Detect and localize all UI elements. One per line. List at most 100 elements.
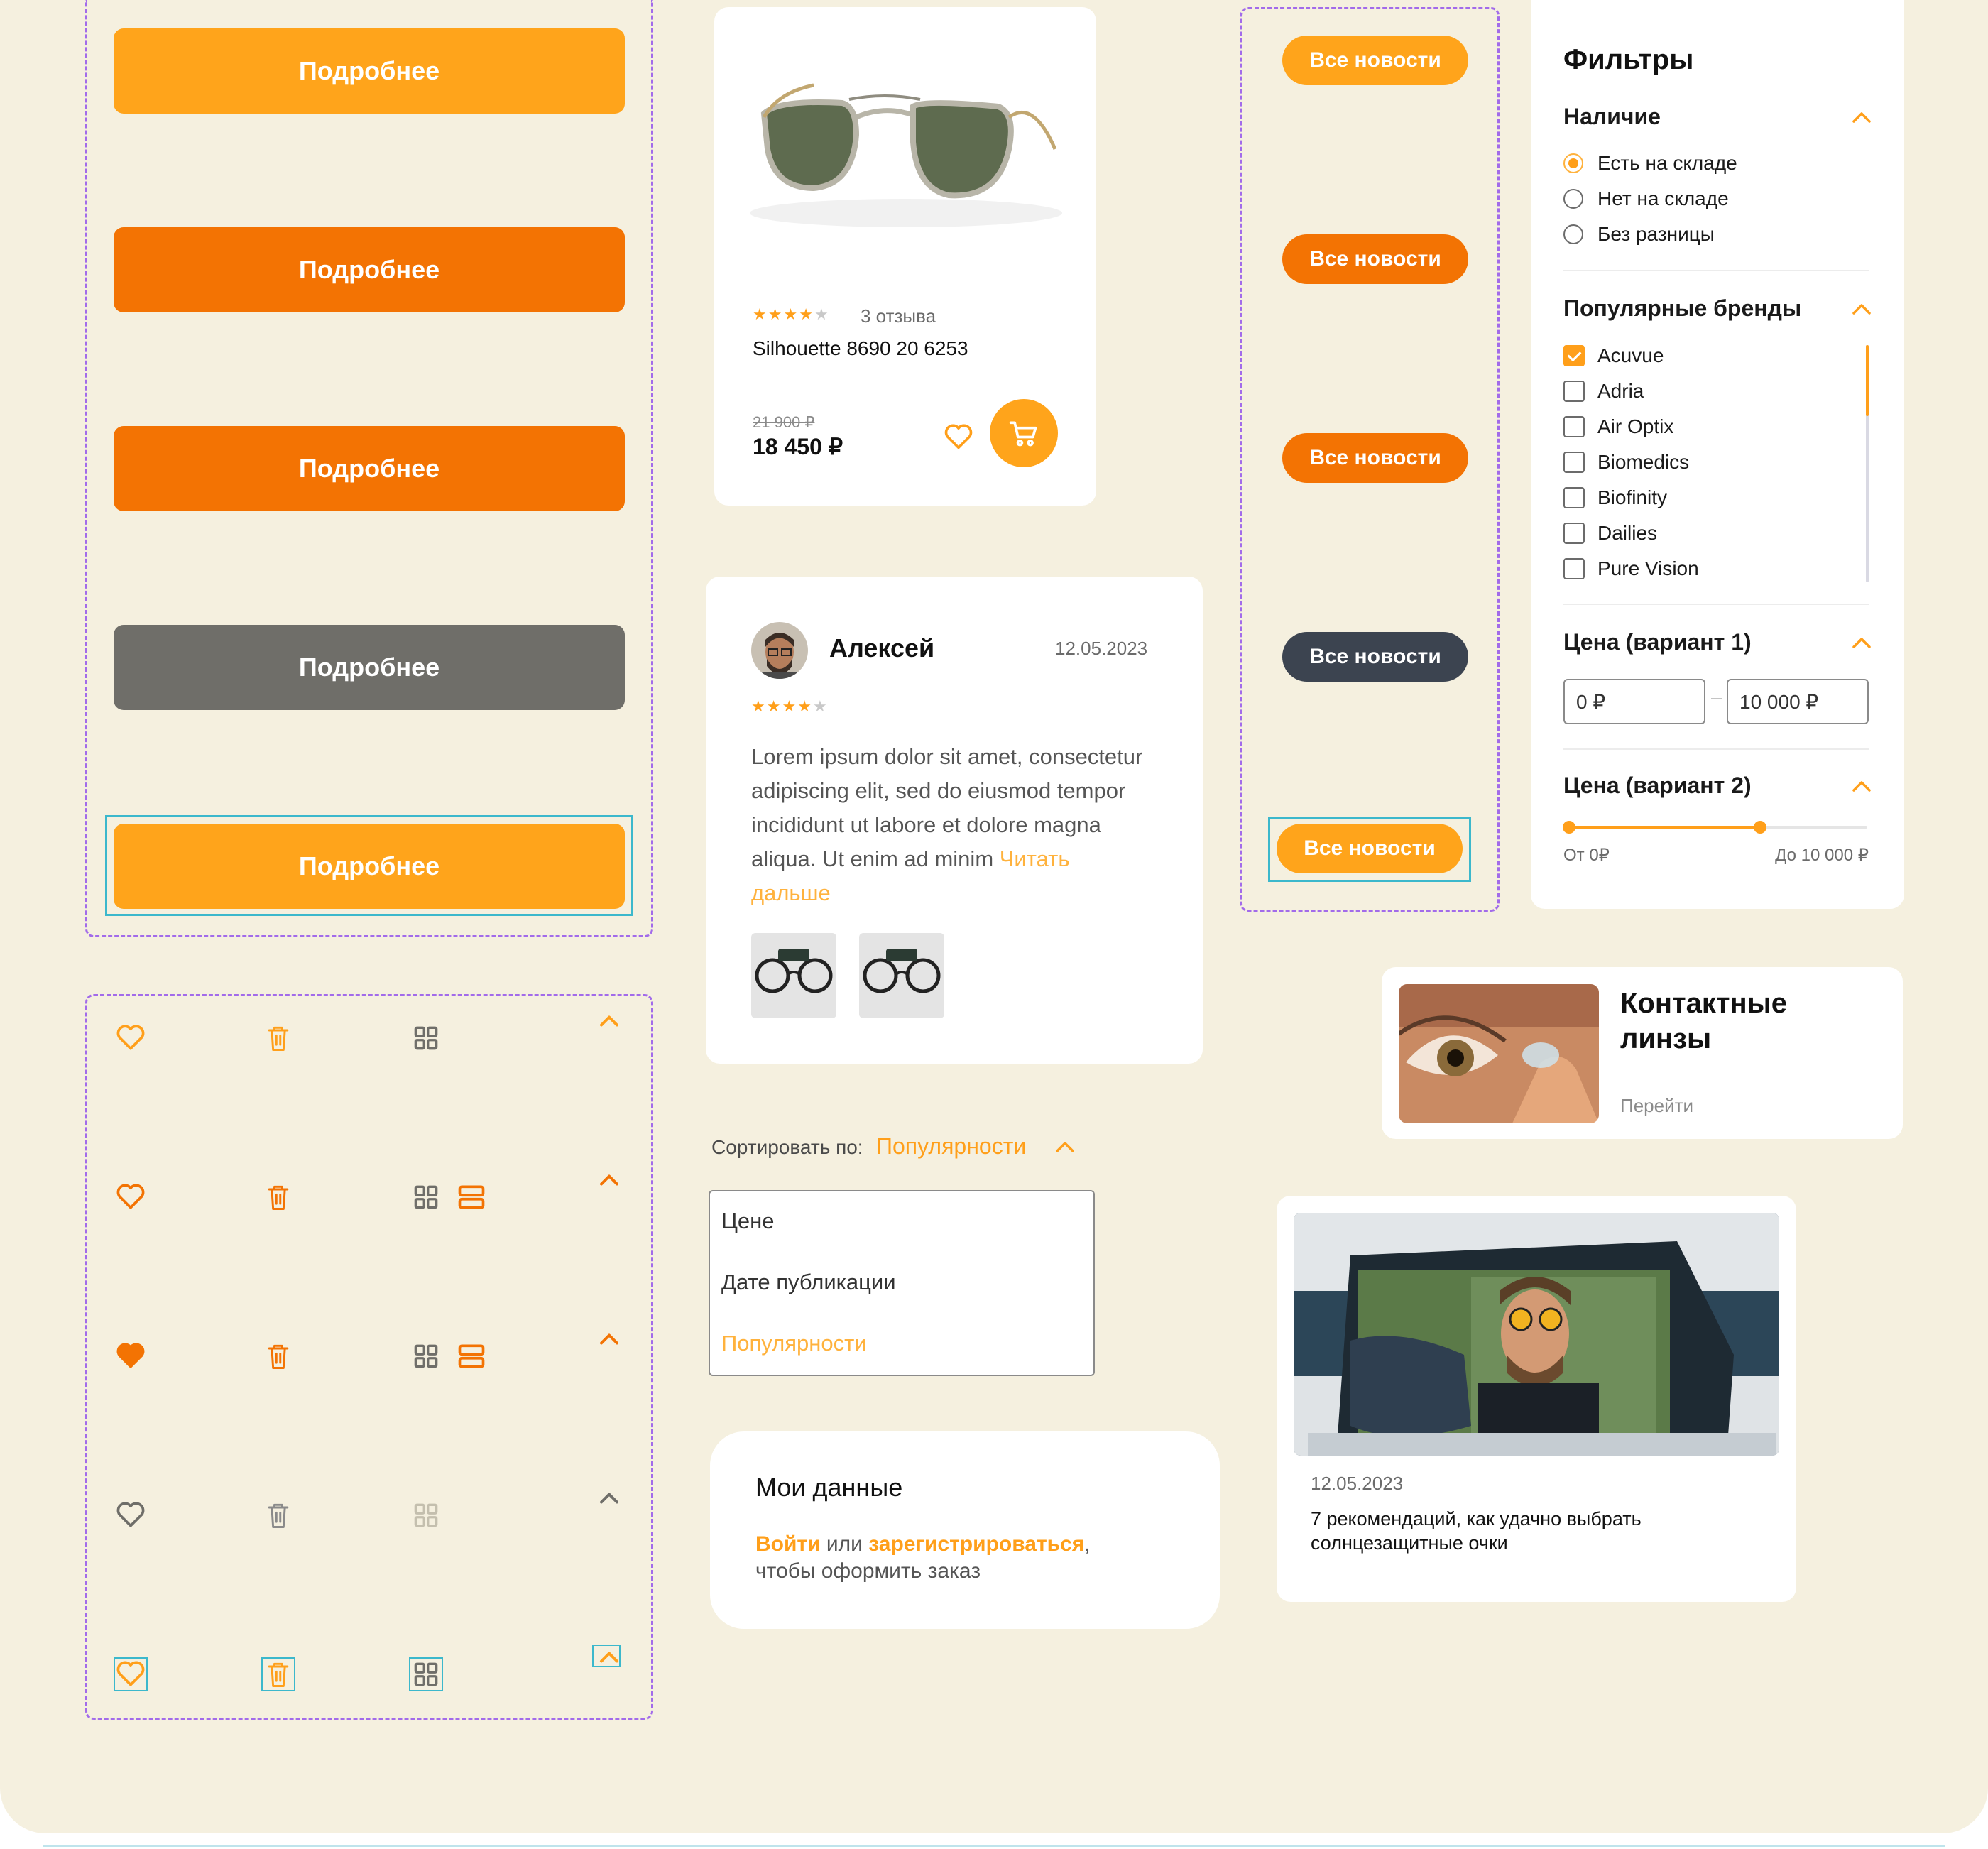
all-news-label: Все новости (1309, 446, 1441, 469)
brand-checkbox[interactable] (1563, 345, 1585, 366)
review-photo-2[interactable] (859, 933, 944, 1018)
price2-heading[interactable]: Цена (вариант 2) (1563, 773, 1752, 799)
brand-option-label[interactable]: Adria (1598, 380, 1644, 403)
all-news-label: Все новости (1309, 48, 1441, 72)
brand-checkbox[interactable] (1563, 381, 1585, 402)
availability-heading[interactable]: Наличие (1563, 104, 1661, 130)
all-news-button-default[interactable]: Все новости (1282, 36, 1468, 85)
list-view-icon[interactable] (456, 1341, 487, 1372)
grid-view-icon[interactable] (410, 1341, 442, 1372)
grid-view-icon[interactable] (410, 1022, 442, 1054)
brand-option-label[interactable]: Biofinity (1598, 486, 1667, 509)
availability-option-label[interactable]: Без разницы (1598, 223, 1715, 246)
availability-radio[interactable] (1563, 189, 1583, 209)
price-from-input[interactable]: 0 ₽ (1563, 679, 1705, 724)
chevron-up-icon[interactable] (594, 1165, 625, 1196)
grid-view-icon[interactable] (410, 1182, 442, 1213)
heart-icon[interactable] (115, 1341, 146, 1372)
more-button-label: Подробнее (298, 255, 440, 284)
focus-outline (592, 1645, 621, 1667)
my-data-suffix: чтобы оформить заказ (755, 1559, 981, 1583)
sort-option-price[interactable]: Цене (721, 1209, 775, 1234)
availability-radio[interactable] (1563, 224, 1583, 244)
article-title[interactable]: 7 рекомендаций, как удачно выбрать солнц… (1311, 1507, 1708, 1555)
availability-radio[interactable] (1563, 153, 1583, 173)
all-news-button-active[interactable]: Все новости (1282, 433, 1468, 483)
product-rating-stars: ★★★★★ (753, 305, 830, 324)
heart-icon[interactable] (115, 1022, 146, 1054)
sort-label: Сортировать по: (711, 1136, 863, 1158)
sort-selected[interactable]: Популярности (876, 1133, 1026, 1160)
brands-scrollbar[interactable] (1866, 345, 1869, 582)
register-link[interactable]: зарегистрироваться (868, 1532, 1084, 1556)
login-link[interactable]: Войти (755, 1532, 821, 1556)
heart-icon[interactable] (115, 1500, 146, 1531)
review-text: Lorem ipsum dolor sit amet, consectetur … (751, 740, 1149, 910)
chevron-up-icon[interactable] (1852, 636, 1872, 649)
chevron-up-icon[interactable] (1852, 302, 1872, 315)
more-button-label: Подробнее (298, 56, 440, 85)
trash-icon[interactable] (263, 1341, 294, 1372)
product-review-count[interactable]: 3 отзыва (861, 305, 936, 327)
price1-heading[interactable]: Цена (вариант 1) (1563, 629, 1752, 655)
brand-checkbox[interactable] (1563, 452, 1585, 473)
scrollbar-thumb[interactable] (1866, 345, 1869, 416)
more-button-hover[interactable]: Подробнее (114, 227, 625, 312)
brand-checkbox[interactable] (1563, 558, 1585, 579)
my-data-text: Войти или зарегистрироваться, (755, 1532, 1091, 1556)
article-date: 12.05.2023 (1311, 1473, 1404, 1494)
chevron-up-icon[interactable] (1852, 780, 1872, 792)
heart-icon[interactable] (115, 1182, 146, 1213)
all-news-button-hover[interactable]: Все новости (1282, 234, 1468, 284)
chevron-up-icon[interactable] (1055, 1140, 1075, 1153)
brand-checkbox[interactable] (1563, 487, 1585, 508)
price-slider-min-handle[interactable] (1563, 821, 1575, 834)
brand-checkbox[interactable] (1563, 416, 1585, 437)
star-icon: ★ (783, 305, 798, 323)
product-card[interactable]: ★★★★★ 3 отзыва Silhouette 8690 20 6253 2… (714, 7, 1096, 506)
add-to-cart-button[interactable] (990, 399, 1058, 467)
cart-icon (1009, 421, 1037, 447)
price-slider-max-handle[interactable] (1753, 821, 1766, 834)
availability-option-label[interactable]: Есть на складе (1598, 152, 1737, 175)
sort-option-popularity[interactable]: Популярности (721, 1331, 867, 1356)
review-date: 12.05.2023 (1055, 638, 1148, 659)
brand-option-label[interactable]: Dailies (1598, 522, 1657, 545)
more-button-focus[interactable]: Подробнее (114, 824, 625, 909)
more-button-disabled[interactable]: Подробнее (114, 625, 625, 710)
all-news-button-focus[interactable]: Все новости (1277, 824, 1463, 873)
brands-heading[interactable]: Популярные бренды (1563, 295, 1801, 322)
favorite-heart-icon[interactable] (943, 422, 974, 450)
grid-view-icon[interactable] (410, 1500, 442, 1531)
trash-icon[interactable] (263, 1500, 294, 1531)
brand-option-label[interactable]: Acuvue (1598, 344, 1664, 367)
category-card[interactable]: Контактные линзы Перейти (1382, 967, 1903, 1139)
trash-icon[interactable] (263, 1182, 294, 1213)
star-icon: ★ (768, 305, 782, 323)
article-card[interactable]: 12.05.2023 7 рекомендаций, как удачно вы… (1277, 1196, 1796, 1602)
all-news-label: Все новости (1309, 645, 1441, 668)
icons-guide-frame (85, 994, 653, 1720)
brand-option-label[interactable]: Air Optix (1598, 415, 1673, 438)
product-name[interactable]: Silhouette 8690 20 6253 (753, 337, 968, 360)
all-news-button-disabled[interactable]: Все новости (1282, 632, 1468, 682)
brand-checkbox[interactable] (1563, 523, 1585, 544)
chevron-up-icon[interactable] (594, 1324, 625, 1355)
more-button-default[interactable]: Подробнее (114, 28, 625, 114)
sort-option-date[interactable]: Дате публикации (721, 1270, 896, 1295)
category-link[interactable]: Перейти (1620, 1095, 1693, 1117)
article-image (1294, 1213, 1779, 1456)
price-slider-track[interactable] (1563, 821, 1867, 834)
chevron-up-icon[interactable] (1852, 111, 1872, 124)
list-view-icon[interactable] (456, 1182, 487, 1213)
price-to-input[interactable]: 10 000 ₽ (1727, 679, 1869, 724)
more-button-active[interactable]: Подробнее (114, 426, 625, 511)
review-photo-1[interactable] (751, 933, 836, 1018)
brand-option-label[interactable]: Biomedics (1598, 451, 1689, 474)
trash-icon[interactable] (263, 1022, 294, 1054)
availability-option-label[interactable]: Нет на складе (1598, 187, 1729, 210)
brand-option-label[interactable]: Pure Vision (1598, 557, 1699, 580)
chevron-up-icon[interactable] (594, 1483, 625, 1514)
sort-dropdown-menu: Цене Дате публикации Популярности (709, 1190, 1095, 1376)
chevron-up-icon[interactable] (594, 1005, 625, 1037)
